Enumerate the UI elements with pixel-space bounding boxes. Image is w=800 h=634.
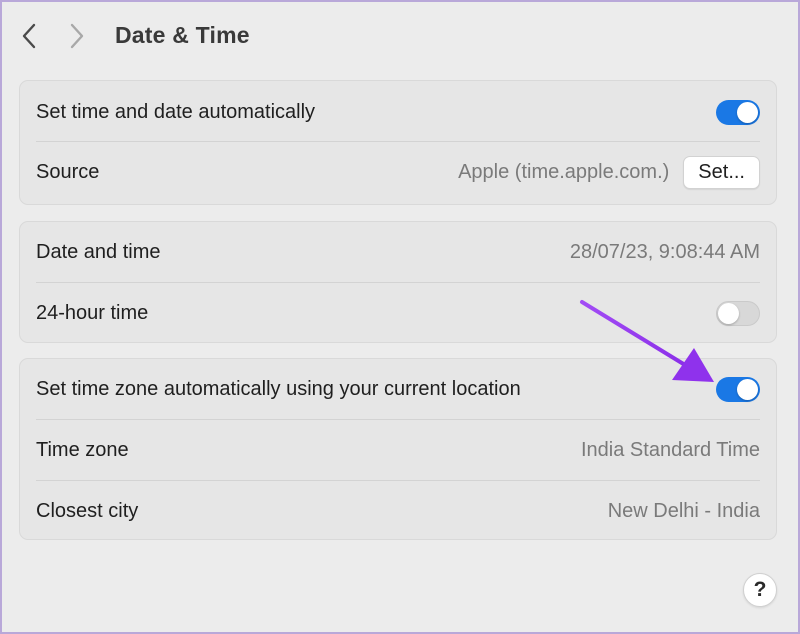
date-time-value: 28/07/23, 9:08:44 AM [569,240,760,263]
chevron-right-icon [70,23,84,49]
row-label: Date and time [36,240,161,263]
row-label: Set time and date automatically [36,100,316,123]
toolbar: Date & Time [2,2,798,70]
forward-button[interactable] [62,20,92,52]
row-set-time-automatically: Set time and date automatically [20,82,776,142]
group-automatic-time: Set time and date automatically Source A… [19,80,777,205]
source-controls: Apple (time.apple.com.) Set... [458,155,760,189]
toggle-knob [718,302,739,324]
row-24-hour-time: 24-hour time [20,283,776,343]
row-label: 24-hour time [36,301,149,324]
row-closest-city: Closest city New Delhi - India [20,481,776,541]
row-label: Time zone [36,438,129,461]
group-time-zone: Set time zone automatically using your c… [19,358,777,540]
source-value: Apple (time.apple.com.) [458,160,670,183]
back-button[interactable] [14,20,44,52]
set-source-button[interactable]: Set... [683,155,760,189]
row-label: Set time zone automatically using your c… [36,377,521,400]
help-button[interactable]: ? [743,573,777,607]
row-label: Source [36,160,100,183]
page-title: Date & Time [115,22,250,48]
row-date-and-time: Date and time 28/07/23, 9:08:44 AM [20,222,776,282]
time-zone-value: India Standard Time [581,438,760,461]
row-time-zone: Time zone India Standard Time [20,420,776,480]
row-label: Closest city [36,499,139,522]
row-source: Source Apple (time.apple.com.) Set... [20,142,776,202]
toggle-knob [737,101,758,123]
chevron-left-icon [22,23,36,49]
settings-window: Date & Time Set time and date automatica… [0,0,800,634]
group-date-time: Date and time 28/07/23, 9:08:44 AM 24-ho… [19,221,777,343]
set-time-automatically-toggle[interactable] [716,99,760,125]
toggle-knob [737,378,758,400]
closest-city-value: New Delhi - India [607,499,760,522]
row-set-timezone-automatically: Set time zone automatically using your c… [20,359,776,419]
24-hour-time-toggle[interactable] [716,300,760,326]
set-timezone-automatically-toggle[interactable] [716,376,760,402]
